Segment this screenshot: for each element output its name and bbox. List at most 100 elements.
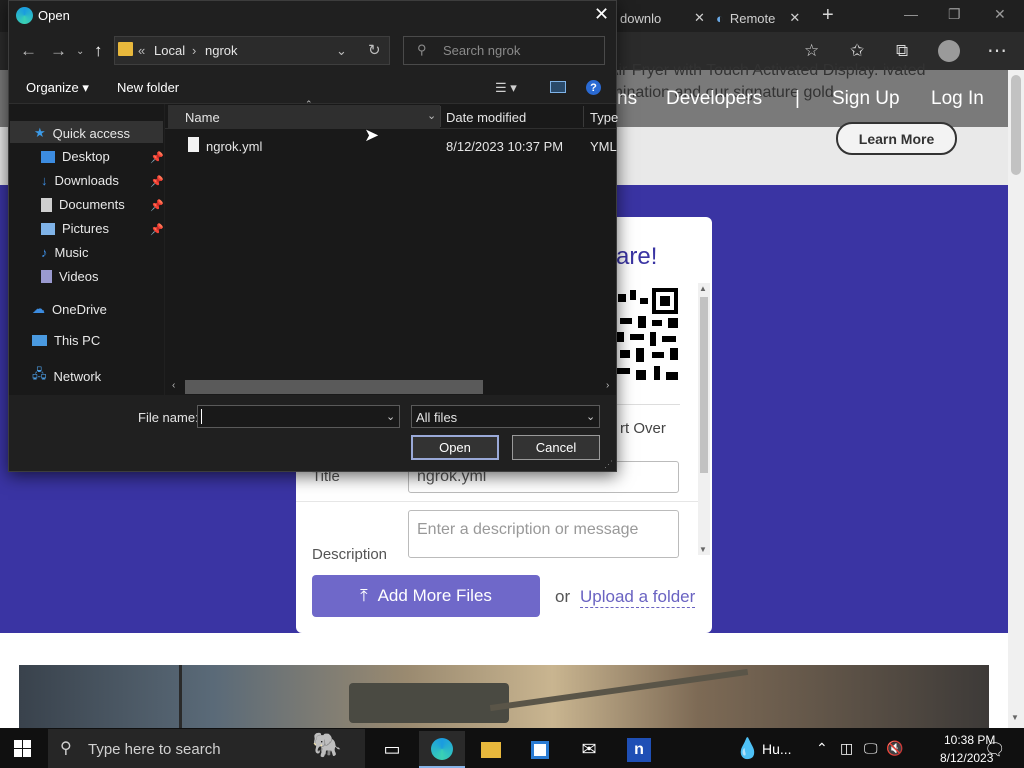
nav-label: Videos [59,269,99,284]
restore-button[interactable]: ❐ [948,6,961,23]
column-type[interactable]: Type [590,110,618,125]
file-type-dropdown-icon[interactable]: ⌄ [586,410,595,423]
file-row-type[interactable]: YML [590,139,617,154]
new-tab-button[interactable]: + [822,4,834,27]
notifications-icon[interactable]: 🗨 [984,740,1006,760]
resize-grip-icon[interactable]: ⋰ [604,459,613,470]
cancel-button[interactable]: Cancel [512,435,600,460]
nav-downloads[interactable]: ↓ Downloads [41,173,119,188]
minimize-button[interactable]: — [904,6,918,22]
back-arrow-icon[interactable]: ← [20,41,37,61]
add-more-files-button[interactable]: ⤒ Add More Files [312,575,540,617]
add-favorite-icon[interactable]: ☆ [804,41,819,61]
game-banner-image [19,665,989,728]
scroll-up-icon[interactable]: ▲ [699,284,707,293]
open-button[interactable]: Open [411,435,499,460]
profile-icon[interactable] [938,40,960,62]
tab-close-icon[interactable]: ✕ [694,10,705,26]
new-folder-button[interactable]: New folder [117,80,179,95]
dialog-close-button[interactable]: ✕ [594,4,609,25]
task-view-icon[interactable]: ▭ [369,731,415,768]
nav-pictures[interactable]: Pictures [41,221,109,236]
favorites-icon[interactable]: ✩ [850,41,864,61]
nav-label: Pictures [62,221,109,236]
organize-menu[interactable]: Organize ▾ [26,80,89,96]
search-icon: ⚲ [60,740,72,757]
nav-link-log-in[interactable]: Log In [931,88,984,110]
learn-more-button[interactable]: Learn More [836,122,957,155]
nav-this-pc[interactable]: This PC [32,333,100,348]
refresh-icon[interactable]: ↻ [368,41,381,59]
windows-start-icon[interactable] [14,740,31,757]
window-close-button[interactable]: ✕ [994,6,1006,23]
nav-link-sign-up[interactable]: Sign Up [832,88,900,110]
help-icon[interactable]: ? [586,80,601,95]
pin-icon[interactable]: 📌 [150,175,164,188]
address-overflow[interactable]: « [138,43,145,58]
nav-link-partial[interactable]: ns [617,88,637,110]
upload-folder-link[interactable]: Upload a folder [580,587,696,608]
forward-arrow-icon[interactable]: → [50,41,67,61]
collections-icon[interactable]: ⧉ [896,41,908,61]
view-options-icon[interactable]: ☰ ▾ [495,80,517,96]
description-input[interactable]: Enter a description or message [408,510,679,558]
column-separator[interactable] [440,106,441,127]
computer-icon [32,335,47,346]
tab-label: Remote [729,10,776,26]
file-row-name[interactable]: ngrok.yml [206,139,262,154]
microsoft-store-icon[interactable] [517,731,563,768]
column-name[interactable]: Name [185,110,220,125]
tab-remote[interactable]: ◐ Remote ✕ [716,4,800,32]
page-scrollbar-thumb[interactable] [1011,75,1021,175]
recent-locations-icon[interactable]: ⌄ [76,46,84,57]
address-dropdown-icon[interactable]: ⌄ [336,43,347,59]
file-explorer-icon[interactable] [468,731,514,768]
scroll-left-icon[interactable]: ‹ [172,380,175,391]
nav-label: Music [54,245,89,260]
nav-music[interactable]: ♪ Music [41,245,88,260]
volume-muted-icon[interactable]: 🔇 [886,740,903,757]
preview-pane-icon[interactable] [550,81,566,93]
more-icon[interactable]: ⋯ [987,38,1007,63]
file-name-input[interactable] [197,405,400,428]
file-icon [188,137,199,152]
tray-chevron-icon[interactable]: ⌃ [816,740,828,757]
tab-download[interactable]: downlo ✕ [620,4,705,32]
horizontal-scrollbar-thumb[interactable] [185,380,483,394]
weather-text[interactable]: Hu... [762,741,792,757]
address-part-local[interactable]: Local [154,43,185,58]
upload-icon: ⤒ [360,586,368,605]
scroll-right-icon[interactable]: › [606,380,609,391]
file-name-label: File name: [138,410,199,425]
card-scrollbar-thumb[interactable] [700,297,708,473]
page-scroll-down-icon[interactable]: ▼ [1011,713,1019,722]
nav-network[interactable]: 🖧 Network [32,365,101,387]
pin-icon[interactable]: 📌 [150,199,164,212]
scroll-down-icon[interactable]: ▼ [699,545,707,554]
column-date-modified[interactable]: Date modified [446,110,526,125]
meet-now-icon[interactable]: ◫ [840,740,853,757]
nav-quick-access[interactable]: ★ Quick access [34,125,130,141]
nav-label: Downloads [54,173,119,188]
nav-documents[interactable]: Documents [41,197,125,212]
notion-app-icon[interactable]: n [616,731,662,768]
nav-link-developers[interactable]: Developers [666,88,762,110]
up-arrow-icon[interactable]: ↑ [94,41,103,61]
column-separator[interactable] [583,106,584,127]
start-over-link[interactable]: rt Over [620,420,666,437]
mail-icon[interactable]: ✉ [566,731,612,768]
pin-icon[interactable]: 📌 [150,151,164,164]
nav-onedrive[interactable]: ☁ OneDrive [32,301,107,317]
file-name-dropdown-icon[interactable]: ⌄ [386,410,395,423]
column-dropdown-icon[interactable]: ⌄ [427,109,436,122]
weather-icon[interactable]: 💧 [735,736,760,761]
file-row-date[interactable]: 8/12/2023 10:37 PM [446,139,563,154]
nav-desktop[interactable]: Desktop [41,149,110,164]
pin-icon[interactable]: 📌 [150,223,164,236]
edge-taskbar-icon[interactable] [419,731,465,768]
nav-videos[interactable]: Videos [41,269,99,284]
tab-close-icon[interactable]: ✕ [789,10,800,26]
address-part-ngrok[interactable]: ngrok [205,43,238,58]
network-tray-icon[interactable]: 🖵 [864,740,878,757]
hero-text: ur Air Fryer with Touch Activated Displa… [590,62,926,101]
